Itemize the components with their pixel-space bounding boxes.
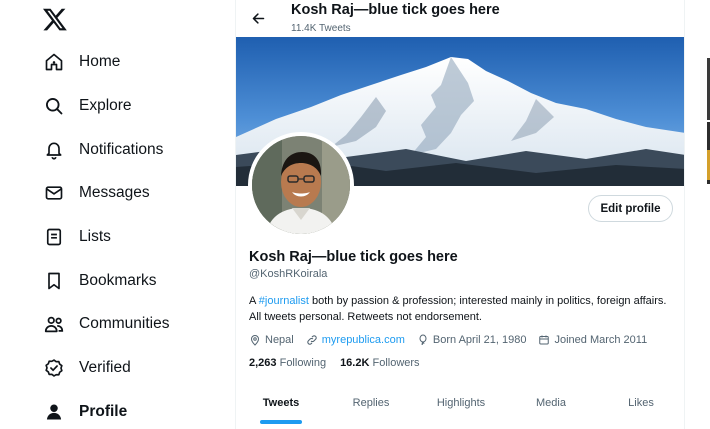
nav-item-messages[interactable]: Messages — [42, 179, 150, 207]
tab-label: Replies — [352, 397, 390, 409]
bio-text: both by passion & profession; interested… — [249, 295, 667, 323]
joined-text: Joined March 2011 — [554, 334, 648, 346]
left-sidebar: Home Explore Notifications Messages List… — [0, 0, 236, 429]
tab-label: Media — [536, 397, 566, 409]
nav-item-communities[interactable]: Communities — [42, 310, 169, 338]
birthday-text: Born April 21, 1980 — [432, 334, 527, 346]
profile-tabs: Tweets Replies Highlights Media Likes — [236, 388, 684, 429]
followers-count: 16.2K — [340, 357, 370, 369]
verified-badge-icon — [42, 356, 66, 380]
list-icon — [42, 225, 66, 249]
nav-label: Bookmarks — [79, 272, 157, 289]
profile-header-bar: Kosh Raj—blue tick goes here 11.4K Tweet… — [236, 0, 684, 37]
nav-item-home[interactable]: Home — [42, 48, 120, 76]
nav-label: Verified — [79, 359, 131, 376]
search-icon — [42, 94, 66, 118]
nav-label: Explore — [79, 97, 132, 114]
following-count: 2,263 — [249, 357, 277, 369]
nav-item-explore[interactable]: Explore — [42, 92, 132, 120]
following-label: Following — [279, 357, 327, 369]
website-link[interactable]: myrepublica.com — [322, 334, 405, 346]
edit-profile-button[interactable]: Edit profile — [588, 195, 673, 222]
nav-label: Notifications — [79, 141, 164, 158]
nav-item-bookmarks[interactable]: Bookmarks — [42, 267, 157, 295]
profile-name: Kosh Raj—blue tick goes here — [249, 249, 458, 265]
profile-meta-row: Nepal myrepublica.com Born April 21, 198… — [249, 334, 659, 346]
bell-icon — [42, 138, 66, 162]
tab-media[interactable]: Media — [506, 388, 596, 429]
envelope-icon — [42, 181, 66, 205]
calendar-icon — [539, 335, 550, 345]
home-icon — [42, 50, 66, 74]
profile-joined: Joined March 2011 — [538, 334, 647, 346]
followers-label: Followers — [372, 357, 420, 369]
tab-replies[interactable]: Replies — [326, 388, 416, 429]
following-link[interactable]: 2,263 Following — [249, 357, 326, 369]
right-sidebar-edge — [700, 0, 710, 429]
x-logo-icon[interactable] — [42, 6, 68, 32]
tab-highlights[interactable]: Highlights — [416, 388, 506, 429]
profile-birthday: Born April 21, 1980 — [417, 334, 527, 346]
profile-avatar[interactable] — [248, 132, 354, 238]
tab-label: Tweets — [262, 397, 300, 409]
nav-label: Home — [79, 53, 121, 70]
nav-label: Communities — [79, 315, 170, 332]
nav-label: Profile — [79, 403, 128, 420]
location-pin-icon — [250, 335, 260, 346]
followers-link[interactable]: 16.2K Followers — [340, 357, 420, 369]
bookmark-icon — [42, 269, 66, 293]
active-tab-indicator — [260, 420, 302, 424]
nav-item-verified[interactable]: Verified — [42, 354, 131, 382]
nav-item-profile[interactable]: Profile — [42, 398, 127, 426]
tab-label: Likes — [628, 397, 654, 409]
bio-prefix: A — [249, 295, 259, 307]
person-icon — [42, 400, 66, 424]
tab-likes[interactable]: Likes — [596, 388, 684, 429]
header-tweet-count: 11.4K Tweets — [291, 23, 351, 34]
profile-website[interactable]: myrepublica.com — [306, 334, 405, 346]
link-icon — [307, 335, 317, 345]
balloon-icon — [419, 334, 427, 346]
tab-tweets[interactable]: Tweets — [236, 388, 326, 429]
profile-location: Nepal — [249, 334, 294, 346]
nav-label: Lists — [79, 228, 111, 245]
follow-stats: 2,263 Following 16.2K Followers — [249, 357, 434, 369]
nav-item-lists[interactable]: Lists — [42, 223, 111, 251]
profile-handle: @KoshRKoirala — [249, 268, 328, 280]
profile-column: Kosh Raj—blue tick goes here 11.4K Tweet… — [235, 0, 685, 429]
header-profile-name: Kosh Raj—blue tick goes here — [291, 2, 500, 18]
people-icon — [42, 312, 66, 336]
profile-bio: A #journalist both by passion & professi… — [249, 294, 669, 325]
back-arrow-icon[interactable] — [248, 8, 268, 28]
nav-item-notifications[interactable]: Notifications — [42, 136, 163, 164]
tab-label: Highlights — [436, 397, 486, 409]
nav-label: Messages — [79, 184, 150, 201]
location-text: Nepal — [265, 334, 294, 346]
bio-hashtag-link[interactable]: #journalist — [259, 295, 309, 307]
